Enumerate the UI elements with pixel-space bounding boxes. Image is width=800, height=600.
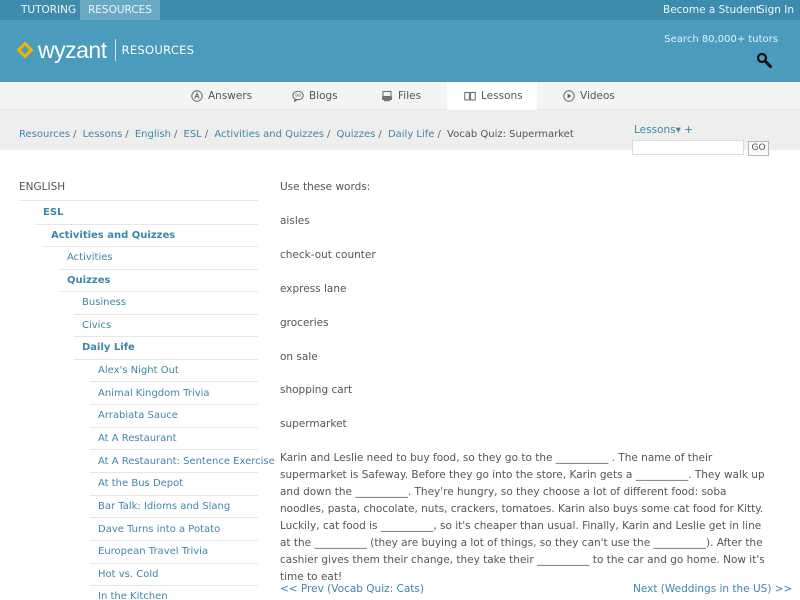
sidebar-divider: [90, 404, 258, 405]
nav-blogs-label: Blogs: [309, 90, 338, 102]
nav-videos[interactable]: Videos: [563, 82, 615, 110]
sidebar-divider: [43, 246, 258, 247]
next-link[interactable]: Next (Weddings in the US) >>: [633, 583, 792, 595]
sidebar-divider: [59, 291, 258, 292]
files-icon: [382, 91, 392, 102]
become-student-link[interactable]: Become a Student: [663, 0, 760, 20]
blogs-icon: 99: [292, 90, 304, 102]
sidebar-item-lesson[interactable]: Dave Turns into a Potato: [98, 524, 220, 535]
sidebar-divider: [90, 381, 258, 382]
sidebar-item-lesson[interactable]: Hot vs. Cold: [98, 569, 158, 580]
breadcrumb-link[interactable]: Daily Life: [388, 129, 435, 140]
sidebar-item-activities[interactable]: Activities: [67, 252, 113, 263]
sidebar-divider: [90, 585, 258, 586]
sidebar-divider: [74, 359, 258, 360]
sidebar-item-lesson[interactable]: At A Restaurant: [98, 433, 177, 444]
breadcrumb-link[interactable]: ESL: [184, 129, 202, 140]
breadcrumb-link[interactable]: Resources: [19, 129, 70, 140]
breadcrumb-link[interactable]: English: [135, 129, 171, 140]
tab-resources[interactable]: RESOURCES: [80, 0, 160, 20]
sidebar-divider: [90, 427, 258, 428]
sidebar-divider: [19, 200, 258, 201]
search-icon[interactable]: [756, 52, 772, 68]
sign-in-link[interactable]: Sign In: [758, 0, 794, 20]
intro-text: Use these words:: [280, 181, 371, 193]
vocab-word: aisles: [280, 215, 310, 227]
vocab-word: shopping cart: [280, 384, 353, 396]
sidebar-divider: [90, 495, 258, 496]
sidebar-item-lesson[interactable]: At A Restaurant: Sentence Exercise: [98, 456, 275, 467]
site-search-input[interactable]: [632, 140, 744, 155]
top-bar: TUTORING RESOURCES Become a Student Sign…: [0, 0, 800, 20]
prev-link[interactable]: << Prev (Vocab Quiz: Cats): [280, 583, 424, 595]
sidebar-divider: [90, 449, 258, 450]
sidebar-divider: [90, 563, 258, 564]
go-button[interactable]: GO: [748, 141, 769, 156]
breadcrumb-link[interactable]: Lessons: [83, 129, 123, 140]
videos-icon: [563, 90, 575, 102]
sidebar-divider: [74, 314, 258, 315]
lessons-icon: [464, 92, 476, 101]
sidebar-divider: [35, 224, 258, 225]
sidebar-divider: [74, 336, 258, 337]
resource-nav: Answers 99 Blogs Files Lessons Videos: [0, 82, 800, 110]
nav-videos-label: Videos: [580, 90, 615, 102]
logo-subtitle: RESOURCES: [121, 43, 195, 57]
nav-files[interactable]: Files: [381, 82, 421, 110]
sidebar-item-lesson[interactable]: At the Bus Depot: [98, 478, 183, 489]
breadcrumb-link[interactable]: Quizzes: [337, 129, 376, 140]
sidebar-title: ENGLISH: [19, 181, 66, 193]
sidebar-item-esl[interactable]: ESL: [43, 207, 63, 218]
sidebar-divider: [90, 540, 258, 541]
logo-divider: [114, 39, 116, 61]
sidebar-divider: [90, 472, 258, 473]
breadcrumb-current: Vocab Quiz: Supermarket: [447, 129, 574, 140]
site-header: wyzant RESOURCES Search 80,000+ tutors: [0, 20, 800, 82]
wyzant-logo-icon: [16, 41, 34, 59]
sidebar-item-lesson[interactable]: Animal Kingdom Trivia: [98, 388, 210, 399]
nav-answers-label: Answers: [208, 90, 253, 102]
tab-tutoring[interactable]: TUTORING: [13, 0, 84, 20]
nav-files-label: Files: [398, 90, 422, 102]
vocab-word: groceries: [280, 317, 329, 329]
lessons-dropdown[interactable]: Lessons▾ +: [634, 124, 693, 136]
answers-icon: [191, 90, 203, 102]
breadcrumb-link[interactable]: Activities and Quizzes: [214, 129, 324, 140]
breadcrumb: Resources / Lessons / English / ESL / Activi…: [19, 129, 574, 140]
svg-text:99: 99: [295, 93, 301, 99]
sidebar-item-activities-and-quizzes[interactable]: Activities and Quizzes: [51, 230, 175, 241]
vocab-word: check-out counter: [280, 249, 376, 261]
nav-answers[interactable]: Answers: [191, 82, 252, 110]
nav-lessons[interactable]: Lessons: [447, 82, 537, 110]
sidebar-divider: [59, 269, 258, 270]
quiz-story: Karin and Leslie need to buy food, so th…: [280, 452, 765, 583]
sidebar-item-lesson[interactable]: Arrabiata Sauce: [98, 410, 178, 421]
search-tutors-label: Search 80,000+ tutors: [664, 34, 778, 45]
vocab-word: supermarket: [280, 418, 347, 430]
sidebar-item-lesson[interactable]: European Travel Trivia: [98, 546, 208, 557]
sidebar-item-quizzes[interactable]: Quizzes: [67, 275, 110, 286]
sidebar-item-lesson[interactable]: Bar Talk: Idioms and Slang: [98, 501, 230, 512]
vocab-word: on sale: [280, 351, 318, 363]
logo-text: wyzant: [38, 36, 107, 63]
vocab-word: express lane: [280, 283, 347, 295]
sidebar-item-lesson[interactable]: In the Kitchen: [98, 591, 168, 600]
logo[interactable]: wyzant RESOURCES: [16, 37, 194, 63]
sidebar-item-civics[interactable]: Civics: [82, 320, 111, 331]
sidebar-item-daily-life[interactable]: Daily Life: [82, 342, 135, 353]
sidebar-item-business[interactable]: Business: [82, 297, 126, 308]
nav-blogs[interactable]: 99 Blogs: [292, 82, 338, 110]
nav-lessons-label: Lessons: [481, 90, 523, 102]
sidebar-divider: [90, 517, 258, 518]
sidebar-item-lesson[interactable]: Alex's Night Out: [98, 365, 179, 376]
